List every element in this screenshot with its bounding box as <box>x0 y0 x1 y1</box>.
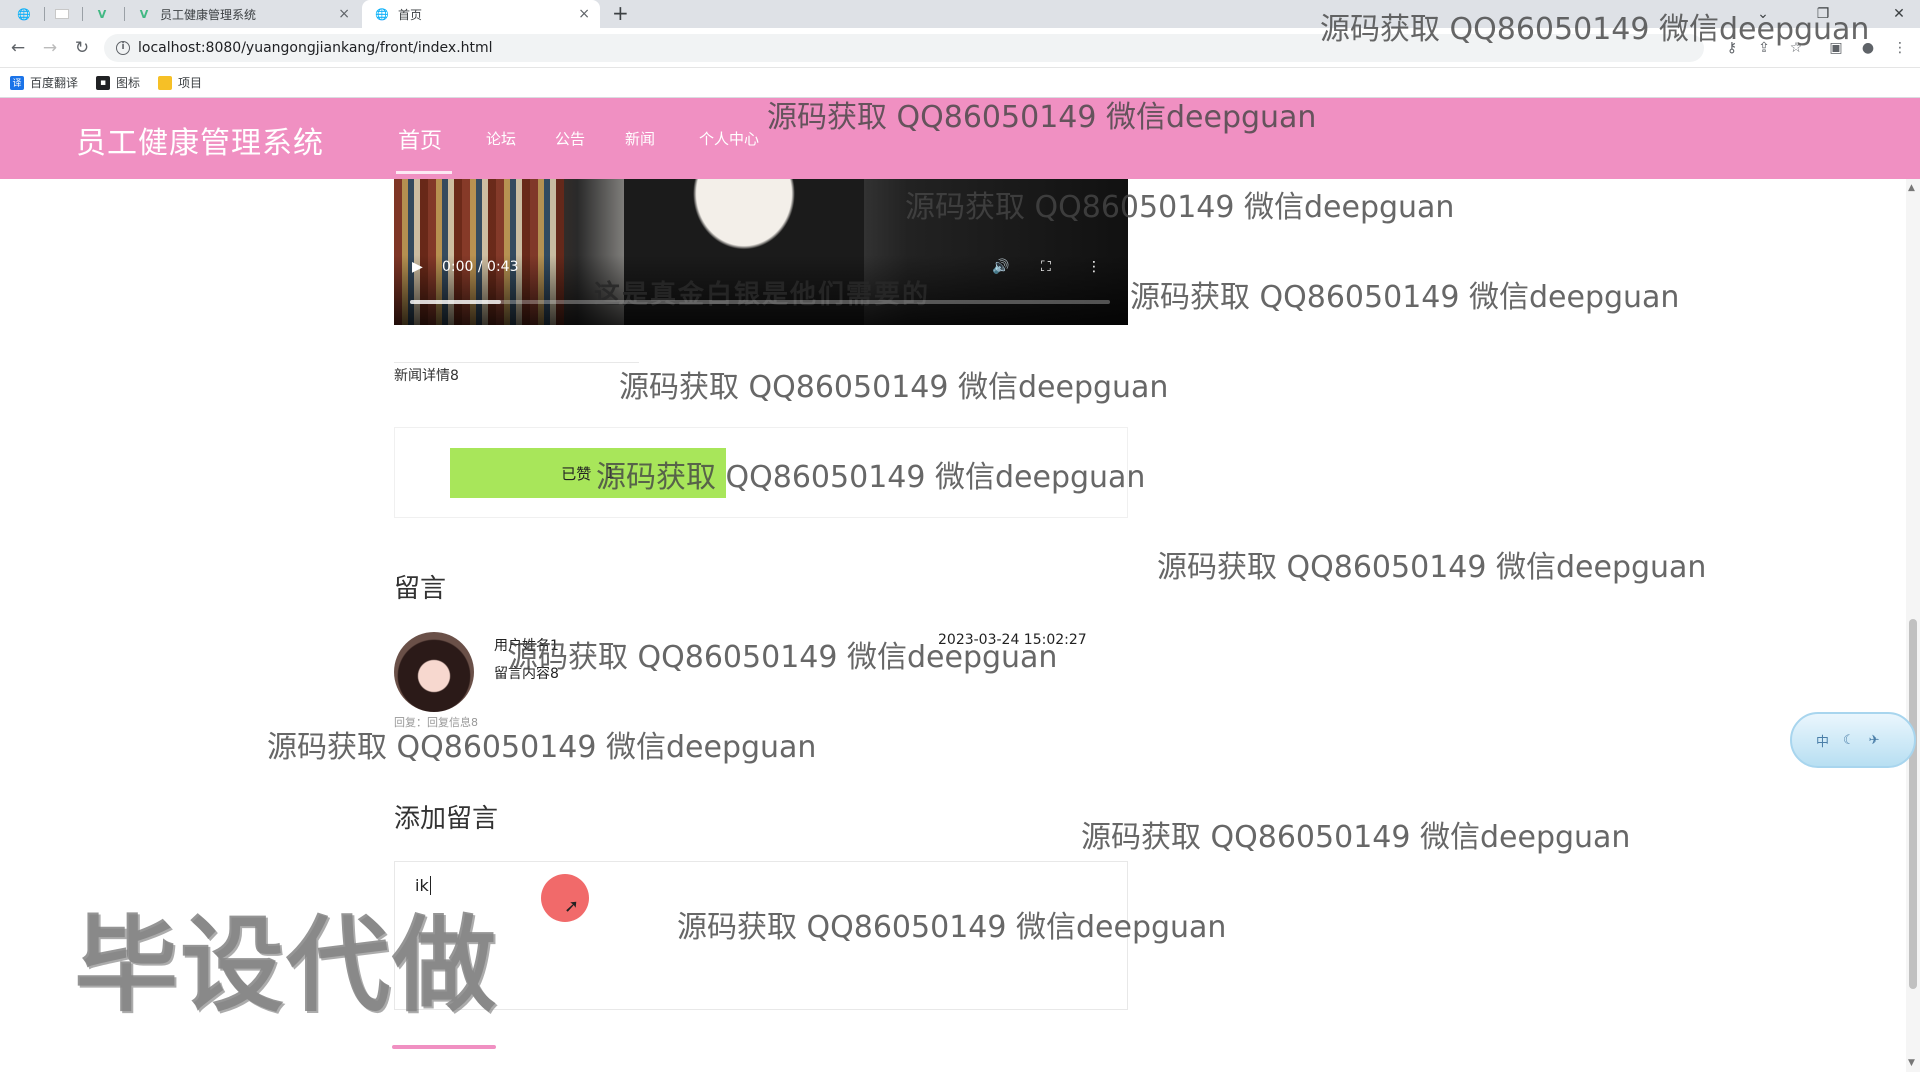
video-more-icon[interactable]: ⋮ <box>1087 259 1101 275</box>
like-panel: 已赞 1 <box>394 427 1128 518</box>
bookmark-label: 项目 <box>178 76 203 90</box>
page-scrollbar[interactable]: ▲ ▼ <box>1906 179 1920 1072</box>
moon-icon: ☾ <box>1843 732 1855 748</box>
nav-home[interactable]: 首页 <box>398 98 442 179</box>
video-subtitle: 这是真金白银是他们需要的 <box>594 280 931 310</box>
volume-icon[interactable]: 🔊 <box>992 259 1009 275</box>
tab-separator <box>44 7 45 21</box>
news-detail-title: 新闻详情8 <box>394 368 459 384</box>
watermark: 源码获取 QQ86050149 微信deepguan <box>1130 280 1680 315</box>
tab-employee-health[interactable]: V 员工健康管理系统 × <box>130 0 360 28</box>
comments-heading: 留言 <box>394 574 447 604</box>
close-tab-icon[interactable]: × <box>338 6 350 22</box>
bookmark-label: 百度翻译 <box>30 76 79 90</box>
translate-icon: 译 <box>10 75 24 90</box>
nav-forum[interactable]: 论坛 <box>486 98 516 179</box>
avatar <box>394 632 474 712</box>
image-icon: ▪ <box>96 75 111 90</box>
watermark-large: 毕设代做 <box>74 904 499 1026</box>
site-info-icon[interactable]: i <box>116 41 130 55</box>
tab-separator <box>82 7 83 21</box>
watermark: 源码获取 QQ86050149 微信deepguan <box>1081 820 1631 855</box>
bookmark-baidu-translate[interactable]: 译 百度翻译 <box>10 74 78 91</box>
comment-textarea[interactable]: ik <box>394 861 1128 1010</box>
close-tab-icon[interactable]: × <box>578 6 590 22</box>
tab-home[interactable]: 🌐 首页 × <box>362 0 600 28</box>
profile-avatar-icon[interactable]: ● <box>1858 38 1878 58</box>
bookmark-label: 图标 <box>116 76 141 90</box>
nav-announcement[interactable]: 公告 <box>555 98 585 179</box>
tab-title: 首页 <box>398 7 423 22</box>
key-icon[interactable]: ⚷ <box>1722 38 1742 58</box>
news-video-player[interactable]: 这是真金白银是他们需要的 ▶ 0:00 / 0:43 🔊 ⛶ ⋮ <box>394 179 1128 325</box>
globe-icon: 🌐 <box>375 7 389 21</box>
vue-logo-icon: V <box>97 7 107 21</box>
scroll-down-arrow-icon[interactable]: ▼ <box>1908 1058 1915 1068</box>
bird-icon: ✈ <box>1868 732 1880 748</box>
like-label: 已赞 <box>561 464 592 483</box>
mouse-pointer-icon: ➚ <box>564 896 580 917</box>
video-progress-bar[interactable] <box>410 300 1110 304</box>
new-tab-button[interactable]: + <box>612 1 629 25</box>
comment-content: 留言内容8 <box>494 666 559 682</box>
share-icon[interactable]: ⇪ <box>1754 38 1774 58</box>
scroll-up-arrow-icon[interactable]: ▲ <box>1908 183 1915 193</box>
blank-page-icon <box>55 9 69 19</box>
submit-comment-button[interactable] <box>392 1045 496 1049</box>
watermark: 源码获取 QQ86050149 微信deepguan <box>619 370 1169 405</box>
browser-tab-strip: 🌐 V V 员工健康管理系统 × 🌐 首页 × + ⌄ ❐ ✕ <box>0 0 1920 28</box>
ime-floating-widget[interactable]: 中 ☾ ✈ <box>1790 712 1916 768</box>
nav-personal-center[interactable]: 个人中心 <box>699 98 759 179</box>
menu-kebab-icon[interactable]: ⋮ <box>1890 38 1910 58</box>
pinned-tab-globe[interactable]: 🌐 <box>10 0 38 28</box>
globe-icon: 🌐 <box>17 7 31 21</box>
window-minimize-icon[interactable]: ⌄ <box>1740 0 1786 28</box>
fullscreen-icon[interactable]: ⛶ <box>1041 259 1051 275</box>
nav-news[interactable]: 新闻 <box>625 98 655 179</box>
active-nav-indicator <box>396 171 452 174</box>
scrollbar-thumb[interactable] <box>1909 619 1917 989</box>
reload-icon[interactable]: ↻ <box>70 36 94 60</box>
side-panel-icon[interactable]: ▣ <box>1826 38 1846 58</box>
comment-username: 用户姓名1 <box>494 638 559 654</box>
window-close-icon[interactable]: ✕ <box>1876 0 1920 28</box>
back-arrow-icon[interactable]: ← <box>6 36 30 60</box>
url-text: localhost:8080/yuangongjiankang/front/in… <box>138 40 493 56</box>
play-icon[interactable]: ▶ <box>412 259 423 275</box>
comment-timestamp: 2023-03-24 15:02:27 <box>938 632 1087 648</box>
like-count: 1 <box>605 464 615 482</box>
divider <box>394 362 639 363</box>
video-time: 0:00 / 0:43 <box>442 259 519 275</box>
pinned-tab-vue[interactable]: V <box>88 0 116 28</box>
ime-mode-label: 中 <box>1816 734 1830 750</box>
comment-item: 用户姓名1 留言内容8 2023-03-24 15:02:27 回复：回复信息8 <box>394 631 1128 731</box>
add-comment-heading: 添加留言 <box>394 804 499 834</box>
pinned-tab-blank[interactable] <box>48 0 76 28</box>
tab-title: 员工健康管理系统 <box>160 7 257 22</box>
bookmark-projects[interactable]: 项目 <box>158 74 202 91</box>
watermark: 源码获取 QQ86050149 微信deepguan <box>1157 550 1707 585</box>
tab-separator <box>124 7 125 21</box>
site-title: 员工健康管理系统 <box>76 126 324 161</box>
video-buffered <box>410 300 501 304</box>
bookmark-icons[interactable]: ▪ 图标 <box>96 74 140 91</box>
comment-reply: 回复：回复信息8 <box>394 716 478 729</box>
browser-toolbar: ← → ↻ i localhost:8080/yuangongjiankang/… <box>0 28 1920 68</box>
bookmarks-bar: 译 百度翻译 ▪ 图标 项目 <box>0 68 1920 98</box>
like-button[interactable]: 已赞 1 <box>450 448 726 498</box>
folder-icon <box>158 75 173 90</box>
site-header: 员工健康管理系统 首页 论坛 公告 新闻 个人中心 <box>0 98 1920 179</box>
address-bar[interactable]: i localhost:8080/yuangongjiankang/front/… <box>104 34 1704 62</box>
vue-logo-icon: V <box>139 7 149 21</box>
forward-arrow-icon[interactable]: → <box>38 36 62 60</box>
window-restore-icon[interactable]: ❐ <box>1800 0 1846 28</box>
bookmark-star-icon[interactable]: ☆ <box>1786 38 1806 58</box>
